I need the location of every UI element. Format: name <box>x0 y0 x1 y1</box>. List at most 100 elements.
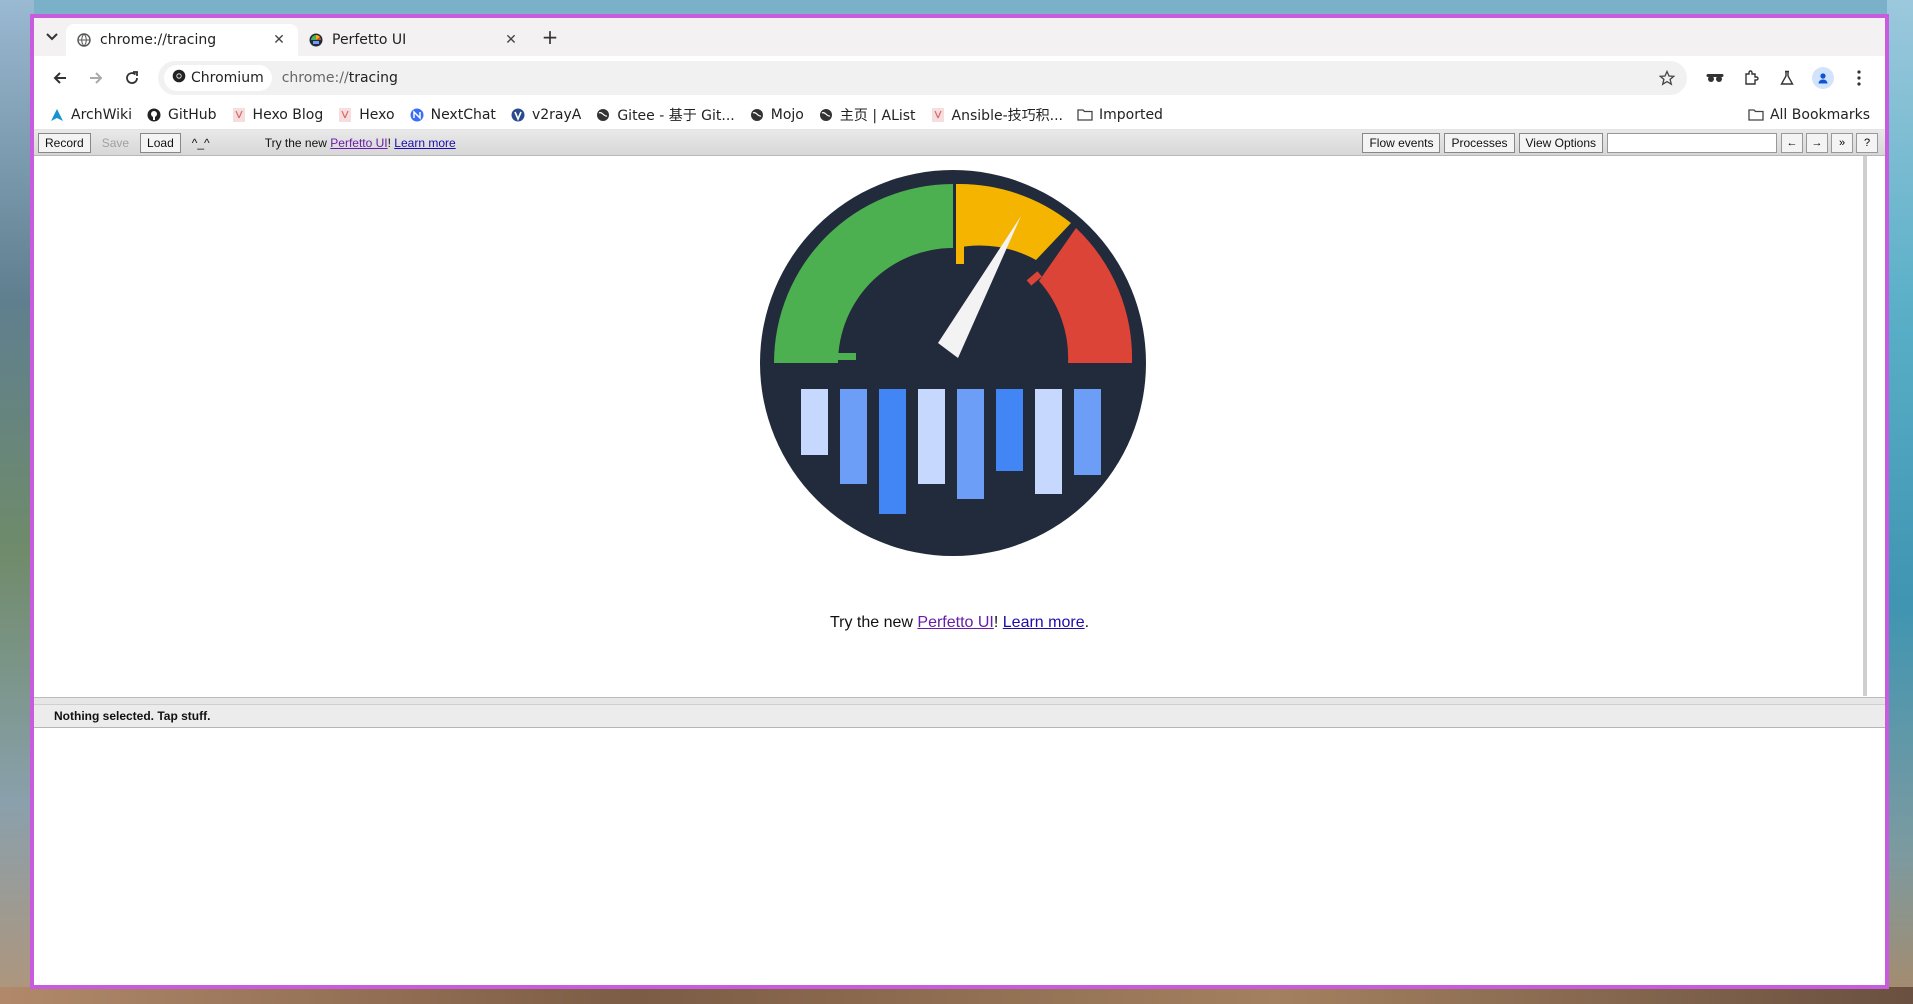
bookmark-nextchat[interactable]: NextChat <box>402 102 503 128</box>
bookmark-label: Mojo <box>770 106 804 123</box>
chrome-tracing-logo <box>760 170 1146 556</box>
all-bookmarks-label: All Bookmarks <box>1769 106 1870 123</box>
promo-period: . <box>1084 614 1090 631</box>
load-button[interactable]: Load <box>140 132 181 153</box>
bookmark-hexo[interactable]: Hexo <box>330 102 401 128</box>
bookmarks-bar: ArchWiki GitHub Hexo Blog Hexo NextChat … <box>34 100 1885 130</box>
bookmark-label: 主页 | AList <box>839 107 916 124</box>
labs-flask-icon[interactable] <box>1769 60 1805 96</box>
record-button[interactable]: Record <box>38 132 91 153</box>
tab-chrome-tracing[interactable]: chrome://tracing ✕ <box>66 24 298 56</box>
url-text[interactable]: chrome://tracing <box>282 70 1653 86</box>
hexo-icon <box>337 107 353 123</box>
logo-bar-4 <box>918 389 945 484</box>
bookmark-label: GitHub <box>168 106 217 123</box>
address-bar[interactable]: Chromium chrome://tracing <box>158 61 1687 95</box>
help-button[interactable]: ? <box>1856 132 1878 153</box>
find-next-button[interactable]: → <box>1806 132 1828 153</box>
logo-bar-3 <box>879 389 906 514</box>
logo-bar-8 <box>1074 389 1101 475</box>
perfetto-ui-link[interactable]: Perfetto UI <box>330 136 387 150</box>
browser-window: chrome://tracing ✕ Perfetto UI ✕ + Chrom… <box>30 14 1889 989</box>
perfetto-icon <box>308 32 324 48</box>
close-icon[interactable]: ✕ <box>270 32 288 48</box>
arrow-left-icon <box>53 72 66 84</box>
chevron-down-icon <box>46 33 58 41</box>
site-chip-label: Chromium <box>191 70 264 86</box>
logo-bar-7 <box>1035 389 1062 494</box>
expand-button[interactable]: » <box>1831 132 1853 153</box>
tab-strip: chrome://tracing ✕ Perfetto UI ✕ + <box>34 18 1885 56</box>
new-tab-button[interactable]: + <box>536 23 564 51</box>
all-bookmarks-button[interactable]: All Bookmarks <box>1741 102 1877 128</box>
profile-button[interactable] <box>1805 60 1841 96</box>
bookmark-label: Imported <box>1098 106 1163 123</box>
desktop-background-right <box>1887 0 1913 1004</box>
bookmark-ansible[interactable]: Ansible-技巧积... <box>923 102 1070 128</box>
reload-button[interactable] <box>114 60 150 96</box>
bookmark-label: v2rayA <box>531 106 582 123</box>
bookmark-archwiki[interactable]: ArchWiki <box>42 102 139 128</box>
logo-bar-2 <box>840 389 867 484</box>
logo-bar-1 <box>801 389 828 455</box>
bookmark-star-icon[interactable] <box>1653 70 1681 86</box>
promo-exclaim: ! <box>993 614 1003 631</box>
panel-splitter[interactable] <box>34 698 1885 705</box>
bookmark-github[interactable]: GitHub <box>139 102 224 128</box>
url-path: tracing <box>348 70 398 86</box>
browser-toolbar: Chromium chrome://tracing <box>34 56 1885 100</box>
perfetto-promo-large: Try the new Perfetto UI! Learn more. <box>34 614 1885 632</box>
close-icon[interactable]: ✕ <box>502 32 520 48</box>
bookmark-label: Gitee - 基于 Git... <box>617 107 735 124</box>
globe-icon <box>818 107 834 123</box>
perfetto-ui-link-large[interactable]: Perfetto UI <box>917 614 993 631</box>
save-button[interactable]: Save <box>95 133 136 153</box>
processes-button[interactable]: Processes <box>1444 132 1515 153</box>
bookmark-hexo-blog[interactable]: Hexo Blog <box>224 102 331 128</box>
analysis-status-bar: Nothing selected. Tap stuff. <box>34 705 1885 728</box>
avatar-icon <box>1812 67 1834 89</box>
timeline-view: Try the new Perfetto UI! Learn more. <box>34 156 1885 698</box>
tab-search-button[interactable] <box>38 23 66 51</box>
folder-icon <box>1077 107 1093 123</box>
nextchat-icon <box>409 107 425 123</box>
reading-mode-icon[interactable] <box>1697 60 1733 96</box>
tracing-toolbar: Record Save Load ^_^ Try the new Perfett… <box>34 130 1885 156</box>
back-button[interactable] <box>42 60 78 96</box>
reload-icon <box>126 71 138 84</box>
bookmark-alist[interactable]: 主页 | AList <box>811 102 923 128</box>
bookmark-folder-imported[interactable]: Imported <box>1070 102 1170 128</box>
folder-icon <box>1748 107 1764 123</box>
bookmark-mojo[interactable]: Mojo <box>742 102 811 128</box>
emoticon-text: ^_^ <box>191 135 210 150</box>
logo-bar-5 <box>957 389 984 499</box>
desktop-background-left <box>0 0 34 1004</box>
globe-icon <box>595 107 611 123</box>
logo-bar-6 <box>996 389 1023 471</box>
tab-perfetto-ui[interactable]: Perfetto UI ✕ <box>298 24 530 56</box>
view-options-button[interactable]: View Options <box>1518 132 1603 153</box>
bookmark-v2raya[interactable]: v2rayA <box>503 102 588 128</box>
promo-prefix: Try the new <box>829 614 918 631</box>
tab-title: chrome://tracing <box>100 32 217 48</box>
menu-kebab-icon[interactable] <box>1841 60 1877 96</box>
globe-icon <box>76 32 92 48</box>
archwiki-icon <box>49 107 65 123</box>
globe-icon <box>749 107 765 123</box>
analysis-panel <box>34 728 1885 985</box>
site-info-chip[interactable]: Chromium <box>164 65 272 91</box>
learn-more-link[interactable]: Learn more <box>394 136 455 150</box>
desktop-background-bottom <box>0 987 1913 1004</box>
bookmark-gitee[interactable]: Gitee - 基于 Git... <box>588 102 741 128</box>
vertical-scrollbar[interactable] <box>1863 156 1867 696</box>
tab-title: Perfetto UI <box>332 32 407 48</box>
find-previous-button[interactable]: ← <box>1781 132 1803 153</box>
extensions-icon[interactable] <box>1733 60 1769 96</box>
bookmark-label: NextChat <box>430 106 496 123</box>
learn-more-link-large[interactable]: Learn more <box>1003 614 1085 631</box>
github-icon <box>146 107 162 123</box>
logo-yellow-tab <box>956 246 964 264</box>
flow-events-button[interactable]: Flow events <box>1362 132 1441 153</box>
forward-button[interactable] <box>78 60 114 96</box>
search-input[interactable] <box>1607 132 1777 153</box>
